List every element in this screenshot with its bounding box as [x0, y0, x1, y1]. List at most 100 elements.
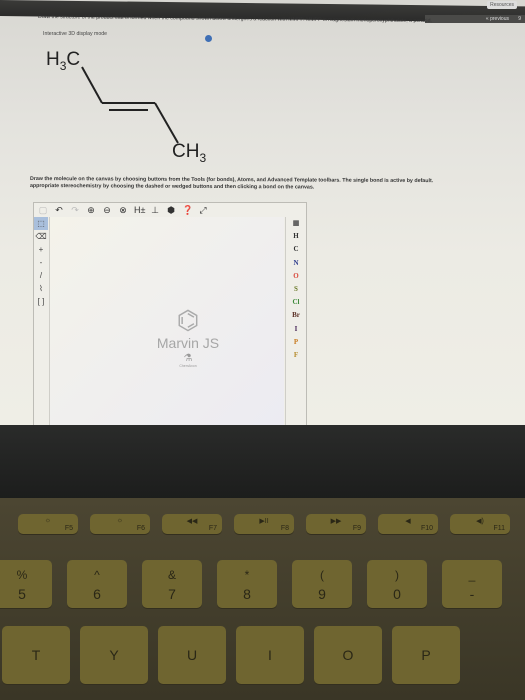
key-symbol: 6: [93, 586, 101, 602]
eraser-tool-icon[interactable]: ⌫: [34, 230, 48, 243]
periodic-table-icon[interactable]: ▦: [286, 217, 306, 230]
page-number[interactable]: 9: [518, 15, 521, 23]
key-9[interactable]: (9: [292, 560, 352, 608]
key-label: F5: [64, 525, 73, 532]
key-f5[interactable]: ☼ F5: [18, 514, 78, 534]
previous-button[interactable]: « previous: [486, 15, 509, 23]
key-f8[interactable]: ▶II F8: [234, 514, 294, 534]
key-label: F11: [493, 525, 505, 532]
resources-button[interactable]: Resources: [487, 1, 517, 9]
atom-button-f[interactable]: F: [286, 349, 306, 362]
question-nav-bar: [425, 15, 525, 23]
key-symbol: ◀): [476, 518, 484, 525]
minus-charge-icon[interactable]: -: [34, 256, 48, 269]
zoom-in-icon[interactable]: ⊕: [86, 205, 96, 215]
bracket-tool-icon[interactable]: [ ]: [34, 295, 48, 308]
drawing-canvas[interactable]: ⌬ Marvin JS ⚗ ChemAxon: [50, 217, 284, 425]
new-document-icon[interactable]: ▢: [38, 205, 48, 215]
key-symbol: ◀◀: [186, 518, 198, 525]
atom-button-n[interactable]: N: [286, 257, 306, 270]
key-symbol: -: [469, 586, 475, 602]
key-symbol: ▶▶: [330, 518, 342, 525]
marvin-watermark: ⌬ Marvin JS ⚗ ChemAxon: [148, 305, 228, 368]
key-f11[interactable]: ◀) F11: [450, 514, 510, 534]
key-shift-symbol: ^: [94, 568, 100, 582]
atom-button-c[interactable]: C: [286, 243, 306, 256]
key-o[interactable]: O: [314, 626, 382, 684]
cip-stereo-icon[interactable]: ⊥: [150, 205, 160, 215]
chemaxon-brand: ChemAxon: [179, 364, 197, 368]
key-symbol: ▶II: [259, 518, 269, 525]
atom-button-br[interactable]: Br: [286, 309, 306, 322]
marvin-logo-icon: ⌬: [176, 305, 200, 335]
key-shift-symbol: ): [395, 568, 399, 582]
info-icon[interactable]: [205, 35, 212, 42]
methyl-right-label: CH3: [172, 141, 207, 165]
key-label: F6: [136, 525, 145, 532]
atom-button-o[interactable]: O: [286, 270, 306, 283]
single-bond-left: [81, 66, 103, 104]
display-mode-label[interactable]: Interactive 3D display mode: [43, 31, 107, 37]
select-tool-icon[interactable]: ⬚: [34, 217, 48, 230]
key-u[interactable]: U: [158, 626, 226, 684]
key-y[interactable]: Y: [80, 626, 148, 684]
redo-icon[interactable]: ↷: [70, 205, 80, 215]
marvin-js-editor: ▢ ↶ ↷ ⊕ ⊖ ⊗ H± ⊥ ⬢ ❓ ⤢ ⬚ ⌫ + - / ⌇[ ] ⌬ Marvin JS ⚗ Che…: [33, 202, 307, 425]
atom-button-s[interactable]: S: [286, 283, 306, 296]
key-6[interactable]: ^ 6: [67, 560, 127, 608]
key-label: F7: [208, 525, 217, 532]
zoom-fit-icon[interactable]: ⊗: [118, 205, 128, 215]
atom-button-i[interactable]: I: [286, 323, 306, 336]
marvin-title: Marvin JS: [156, 335, 220, 351]
key-symbol: 5: [18, 586, 26, 602]
key-f9[interactable]: ▶▶ F9: [306, 514, 366, 534]
plus-charge-icon[interactable]: +: [34, 243, 48, 256]
key-i[interactable]: I: [236, 626, 304, 684]
key-7[interactable]: & 7: [142, 560, 202, 608]
atom-button-cl[interactable]: Cl: [286, 296, 306, 309]
hydrogen-toggle-icon[interactable]: H±: [134, 205, 145, 215]
key-symbol: ☼: [44, 517, 52, 524]
key-shift-symbol: &: [167, 568, 176, 582]
keyboard: ☼ F5 ☼ F6 ◀◀ F7 ▶II F8 ▶▶ F9 ◀ F10 ◀) F11% 5 ^ 6 & 7 * 8(9) 0…: [0, 498, 525, 700]
single-bond-right: [154, 102, 179, 144]
key-shift-symbol: (: [320, 568, 324, 582]
key-symbol: 8: [243, 586, 251, 602]
atom-button-p[interactable]: P: [286, 336, 306, 349]
key-symbol: 7: [168, 586, 176, 602]
key-label: F9: [352, 525, 361, 532]
key-p[interactable]: P: [392, 626, 460, 684]
key-symbol: 9: [318, 586, 326, 602]
fullscreen-icon[interactable]: ⤢: [198, 205, 208, 215]
key-f6[interactable]: ☼ F6: [90, 514, 150, 534]
key-shift-symbol: *: [244, 568, 250, 582]
single-bond-icon[interactable]: /: [34, 269, 48, 282]
key-shift-symbol: _: [468, 568, 476, 582]
atoms-toolbar: ▦ H C N O S Cl Br I P F: [285, 217, 306, 425]
key-8[interactable]: * 8: [217, 560, 277, 608]
molecule-structure: H3C CH3: [30, 45, 250, 175]
key-f10[interactable]: ◀ F10: [378, 514, 438, 534]
key-symbol: ◀: [405, 518, 411, 525]
methyl-left-label: H3C: [46, 49, 81, 73]
chain-tool-icon[interactable]: ⌇: [34, 282, 48, 295]
left-toolbar: ⬚ ⌫ + - / ⌇[ ]: [34, 217, 50, 425]
key-shift-symbol: %: [16, 568, 28, 582]
key-symbol: 0: [393, 586, 401, 602]
zoom-out-icon[interactable]: ⊖: [102, 205, 112, 215]
info-icon[interactable]: ⬢: [166, 205, 176, 215]
key-symbol: ☼: [116, 517, 124, 524]
key-label: F8: [280, 525, 289, 532]
key-f7[interactable]: ◀◀ F7: [162, 514, 222, 534]
top-toolbar: ▢ ↶ ↷ ⊕ ⊖ ⊗ H± ⊥ ⬢ ❓ ⤢: [34, 203, 306, 217]
atom-button-h[interactable]: H: [286, 230, 306, 243]
help-icon[interactable]: ❓: [182, 205, 193, 215]
browser-screen: Resources « previous 9 Draw the structur…: [0, 0, 525, 425]
undo-icon[interactable]: ↶: [54, 205, 64, 215]
key-t[interactable]: T: [2, 626, 70, 684]
key-0[interactable]: ) 0: [367, 560, 427, 608]
chemaxon-flask-icon: ⚗: [183, 353, 193, 364]
instructions: Draw the molecule on the canvas by choos…: [30, 176, 433, 192]
key-5[interactable]: % 5: [0, 560, 52, 608]
key--[interactable]: _ -: [442, 560, 502, 608]
